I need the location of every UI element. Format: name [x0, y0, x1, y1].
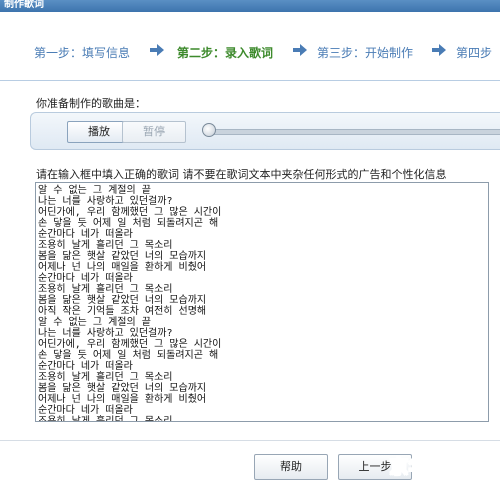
- help-button[interactable]: 帮助: [254, 454, 328, 480]
- lyric-line: 조용히 날게 흘리던 그 목소리: [38, 416, 173, 422]
- lyric-line: 조용히 날게 흘리던 그 목소리: [38, 284, 173, 295]
- step-4: 第四步: [456, 46, 493, 60]
- lyric-line: 알 수 없는 그 계절의 끝: [38, 317, 151, 328]
- watermark-logo-graphic: 京华手游网: [390, 456, 485, 479]
- lyric-line: 아직 작은 기억들 조차 여전히 선명해: [38, 306, 207, 317]
- step-1: 第一步：填写信息: [34, 46, 131, 60]
- pause-button[interactable]: 暂停: [122, 121, 186, 143]
- step-3: 第三步：开始制作: [317, 46, 414, 60]
- svg-text:京华手游网: 京华手游网: [390, 456, 485, 478]
- lyric-line: 손 닿을 듯 어제 일 처럼 되돌려지곤 해: [38, 218, 219, 229]
- lyric-line: 봄을 닮은 햇살 같았던 너의 모습까지: [38, 295, 207, 306]
- audio-player: 播放 暂停: [30, 112, 500, 150]
- step-indicator: 第一步：填写信息 第二步：录入歌词 第三步：开始制作 第四步: [0, 36, 500, 66]
- lyric-line: 어딘가에, 우리 함께했던 그 많은 시간이: [38, 207, 222, 218]
- lyric-line: 어제나 넌 나의 매일을 환하게 비췄어: [38, 262, 207, 273]
- window-title: 制作歌词: [4, 0, 44, 10]
- lyric-line: 순간마다 네가 떠올라: [38, 229, 133, 240]
- lyric-line: 나는 너를 사랑하고 있던걸까?: [38, 196, 173, 207]
- lyric-line: 순간마다 네가 떠올라: [38, 405, 133, 416]
- divider: [0, 80, 500, 81]
- slider-thumb[interactable]: [202, 123, 216, 137]
- lyric-line: 나는 너를 사랑하고 있던걸까?: [38, 328, 173, 339]
- arrow-right-icon: [432, 44, 446, 56]
- lyrics-textarea[interactable]: 알 수 없는 그 계절의 끝 나는 너를 사랑하고 있던걸까? 어딘가에, 우리 함…: [35, 182, 489, 422]
- window-titlebar: 制作歌词: [0, 0, 500, 12]
- divider: [0, 440, 500, 441]
- watermark-logo: 京华手游网: [386, 452, 496, 480]
- arrow-right-icon: [293, 44, 307, 56]
- lyric-line: 순간마다 네가 떠올라: [38, 273, 133, 284]
- arrow-right-icon: [150, 44, 164, 56]
- lyric-line: 손 닿을 듯 어제 일 처럼 되돌려지곤 해: [38, 350, 219, 361]
- progress-slider[interactable]: [207, 129, 500, 135]
- lyric-line: 알 수 없는 그 계절의 끝: [38, 185, 151, 196]
- lyric-line: 어제나 넌 나의 매일을 환하게 비췄어: [38, 394, 207, 405]
- lyric-line: 순간마다 네가 떠올라: [38, 361, 133, 372]
- step-2: 第二步：录入歌词: [177, 46, 274, 60]
- lyrics-instruction: 请在输入框中填入正确的歌词 请不要在歌词文本中夹杂任何形式的广告和个性化信息: [36, 168, 447, 181]
- lyric-line: 봄을 닮은 햇살 같았던 너의 모습까지: [38, 251, 207, 262]
- lyric-line: 조용히 날게 흘리던 그 목소리: [38, 240, 173, 251]
- song-label: 你准备制作的歌曲是：: [36, 97, 146, 110]
- lyric-line: 조용히 날게 흘리던 그 목소리: [38, 372, 173, 383]
- lyric-line: 봄을 닮은 햇살 같았던 너의 모습까지: [38, 383, 207, 394]
- lyric-line: 어딘가에, 우리 함께했던 그 많은 시간이: [38, 339, 222, 350]
